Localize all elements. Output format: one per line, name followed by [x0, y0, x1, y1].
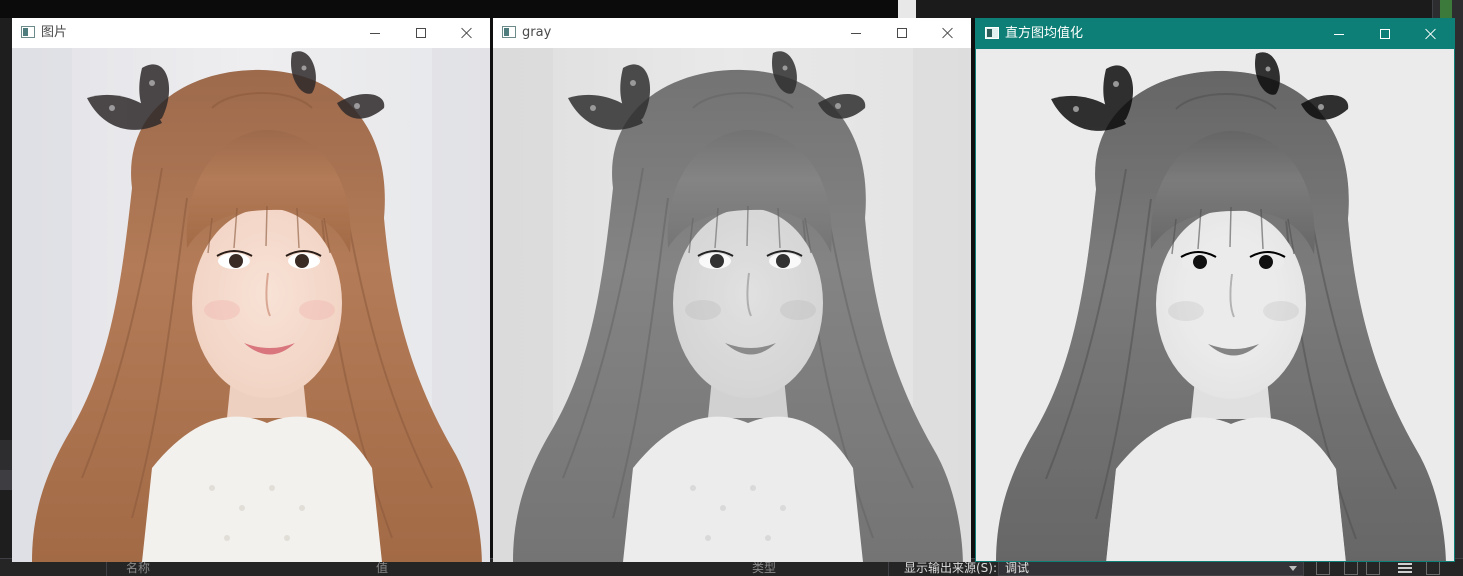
maximize-icon	[897, 28, 907, 38]
find-message-icon[interactable]	[1316, 561, 1330, 575]
output-source-label: 显示输出来源(S):	[904, 561, 998, 575]
image-canvas[interactable]	[12, 48, 490, 562]
maximize-icon	[416, 28, 426, 38]
app-image-icon	[985, 27, 999, 39]
app-image-icon	[502, 26, 516, 38]
minimize-icon	[370, 32, 380, 34]
ide-editor-fragment	[898, 0, 916, 18]
column-header-type[interactable]: 类型	[752, 561, 776, 575]
close-icon	[1425, 28, 1437, 40]
window-gray-image[interactable]: gray	[493, 18, 971, 562]
minimize-button[interactable]	[1316, 19, 1362, 49]
image-canvas[interactable]	[976, 49, 1454, 561]
ide-editor-dark	[916, 0, 1463, 18]
output-source-value: 调试	[1005, 561, 1030, 575]
window-title: 直方图均值化	[1005, 26, 1084, 41]
close-button[interactable]	[1408, 19, 1454, 49]
portrait-photo-equalized	[976, 49, 1454, 561]
image-canvas[interactable]	[493, 48, 971, 562]
ide-left-band	[0, 440, 12, 470]
close-icon	[461, 27, 473, 39]
window-titlebar[interactable]: gray	[493, 18, 971, 48]
close-icon	[942, 27, 954, 39]
app-image-icon	[21, 26, 35, 38]
maximize-button[interactable]	[879, 18, 925, 48]
minimize-icon	[851, 32, 861, 34]
column-header-value[interactable]: 值	[376, 561, 388, 575]
list-icon[interactable]	[1398, 561, 1412, 575]
chevron-down-icon	[1289, 566, 1297, 571]
toggle-word-wrap-icon[interactable]	[1366, 561, 1380, 575]
copy-icon[interactable]	[1426, 561, 1440, 575]
minimize-icon	[1334, 33, 1344, 35]
window-title: gray	[522, 25, 552, 40]
output-source-select[interactable]: 调试	[998, 560, 1304, 576]
clear-all-icon[interactable]	[1344, 561, 1358, 575]
close-button[interactable]	[444, 18, 490, 48]
ide-left-edge	[0, 18, 12, 576]
portrait-photo-grayscale	[493, 48, 971, 562]
window-title: 图片	[41, 25, 68, 40]
window-titlebar[interactable]: 图片	[12, 18, 490, 48]
maximize-button[interactable]	[1362, 19, 1408, 49]
maximize-button[interactable]	[398, 18, 444, 48]
window-equalized-image[interactable]: 直方图均值化	[975, 18, 1455, 562]
ide-scroll-marker[interactable]	[1440, 0, 1452, 20]
close-button[interactable]	[925, 18, 971, 48]
window-original-image[interactable]: 图片	[12, 18, 490, 562]
column-header-name[interactable]: 名称	[126, 561, 150, 575]
portrait-photo	[12, 48, 490, 562]
window-titlebar[interactable]: 直方图均值化	[976, 19, 1454, 49]
maximize-icon	[1380, 29, 1390, 39]
minimize-button[interactable]	[833, 18, 879, 48]
minimize-button[interactable]	[352, 18, 398, 48]
ide-left-band-highlight	[0, 470, 12, 490]
